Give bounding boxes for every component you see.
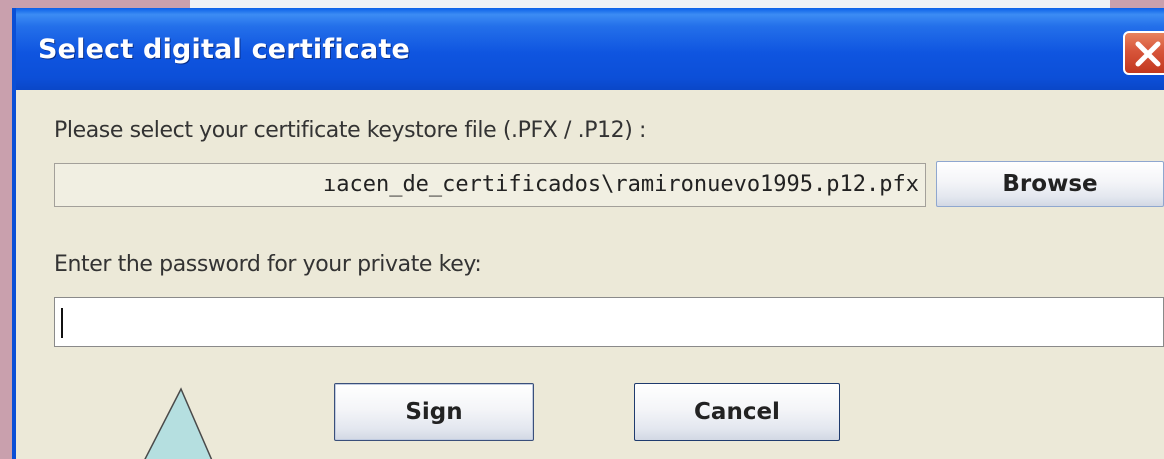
title-bar[interactable]: Select digital certificate	[16, 8, 1164, 90]
keystore-path-field[interactable]: ıacen_de_certificados\ramironuevo1995.p1…	[54, 163, 926, 207]
close-button[interactable]	[1123, 31, 1164, 75]
keystore-file-label: Please select your certificate keystore …	[54, 118, 647, 143]
sign-button[interactable]: Sign	[334, 383, 534, 441]
password-field[interactable]	[54, 297, 1164, 347]
browse-button[interactable]: Browse	[936, 161, 1164, 207]
close-icon	[1135, 41, 1161, 67]
password-label: Enter the password for your private key:	[54, 252, 482, 277]
text-caret	[61, 308, 63, 338]
keystore-path-value: ıacen_de_certificados\ramironuevo1995.p1…	[322, 172, 919, 197]
screen: Select digital certificate Please select…	[0, 0, 1164, 459]
background-window-edge-left	[0, 0, 12, 459]
callout-pointer-shape	[144, 387, 213, 459]
dialog-title: Select digital certificate	[38, 34, 411, 65]
cancel-button[interactable]: Cancel	[634, 383, 840, 441]
